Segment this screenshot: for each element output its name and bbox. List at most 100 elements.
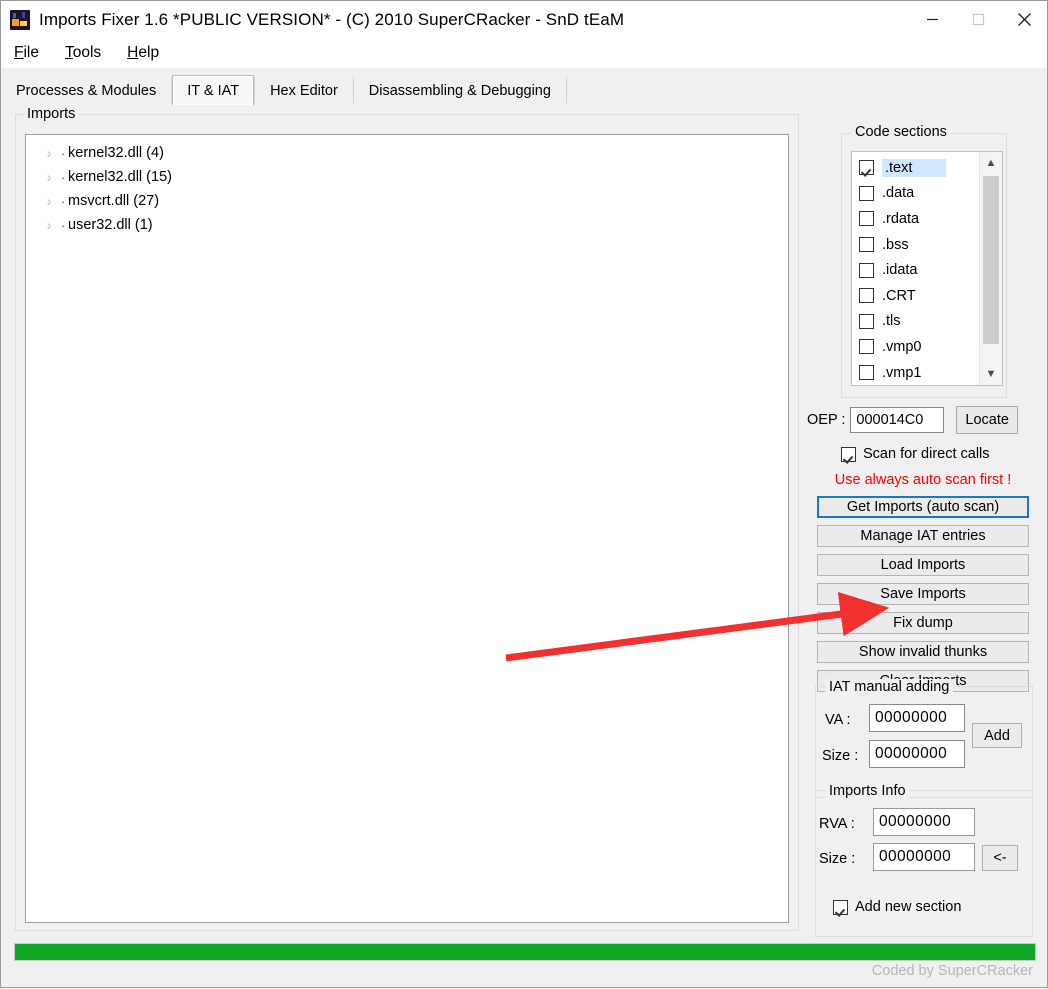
code-section-label: .rdata: [882, 210, 920, 227]
locate-button[interactable]: Locate: [956, 406, 1018, 434]
code-sections-legend: Code sections: [851, 124, 951, 140]
imports-info-legend: Imports Info: [825, 783, 910, 799]
checkbox-icon[interactable]: [859, 288, 874, 304]
code-section-label: .data: [882, 185, 915, 202]
code-sections-scrollbar[interactable]: ▲ ▼: [979, 152, 1002, 385]
chevron-right-icon[interactable]: ›: [40, 217, 58, 234]
right-panel: Code sections .text .data .rdata .bss .i…: [807, 114, 1039, 937]
iat-size-field[interactable]: 00000000: [869, 740, 965, 768]
chevron-down-icon[interactable]: ▼: [986, 363, 997, 385]
code-section-label: .vmp0: [882, 338, 922, 355]
menu-label: ools: [72, 44, 102, 61]
checkbox-icon[interactable]: [859, 365, 874, 381]
show-invalid-thunks-button[interactable]: Show invalid thunks: [817, 641, 1029, 663]
add-new-section-row[interactable]: Add new section: [833, 899, 961, 915]
tab-separator: [565, 77, 567, 103]
menu-label: elp: [138, 44, 160, 61]
code-section-label: .tls: [882, 313, 901, 330]
bullet-icon: ·: [60, 193, 66, 209]
checkbox-icon[interactable]: [859, 339, 874, 355]
code-section-label: .CRT: [882, 287, 916, 304]
list-item[interactable]: › · user32.dll (1): [26, 213, 788, 237]
code-section-row-crt[interactable]: .CRT: [852, 283, 979, 309]
tab-it-iat[interactable]: IT & IAT: [172, 75, 255, 106]
progress-bar-fill: [15, 944, 1035, 960]
info-size-field[interactable]: 00000000: [873, 843, 975, 871]
application-window: Imports Fixer 1.6 *PUBLIC VERSION* - (C)…: [0, 0, 1048, 988]
tab-hex-editor[interactable]: Hex Editor: [255, 75, 353, 106]
chevron-right-icon[interactable]: ›: [40, 169, 58, 186]
back-arrow-button[interactable]: <-: [982, 845, 1018, 871]
checkbox-icon[interactable]: [859, 262, 874, 278]
oep-label: OEP :: [807, 412, 846, 428]
va-field[interactable]: 00000000: [869, 704, 965, 732]
menu-item-file[interactable]: File: [1, 42, 52, 64]
scan-direct-calls-label: Scan for direct calls: [863, 446, 990, 462]
bullet-icon: ·: [60, 217, 66, 233]
tab-processes-modules[interactable]: Processes & Modules: [1, 75, 171, 106]
add-new-section-label: Add new section: [855, 899, 962, 915]
list-item[interactable]: › · msvcrt.dll (27): [26, 189, 788, 213]
oep-input[interactable]: [850, 407, 945, 433]
checkbox-icon[interactable]: [841, 446, 856, 462]
checkbox-icon[interactable]: [859, 185, 874, 201]
code-section-row-vmp1[interactable]: .vmp1: [852, 360, 979, 386]
code-section-row-vmp0[interactable]: .vmp0: [852, 334, 979, 360]
list-item-label: msvcrt.dll (27): [68, 193, 160, 209]
imports-legend: Imports: [23, 106, 80, 122]
va-label: VA :: [825, 712, 851, 728]
list-item-label: user32.dll (1): [68, 217, 153, 233]
list-item[interactable]: › · kernel32.dll (4): [26, 141, 788, 165]
load-imports-button[interactable]: Load Imports: [817, 554, 1029, 576]
code-section-row-idata[interactable]: .idata: [852, 257, 979, 283]
scan-direct-calls-row[interactable]: Scan for direct calls: [841, 446, 990, 462]
checkbox-icon[interactable]: [833, 899, 848, 915]
menu-item-help[interactable]: Help: [114, 42, 172, 64]
tab-disassembling-debugging[interactable]: Disassembling & Debugging: [354, 75, 566, 106]
checkbox-icon[interactable]: [859, 160, 874, 176]
window-controls: [909, 1, 1047, 38]
add-button[interactable]: Add: [972, 723, 1022, 748]
progress-bar: [14, 943, 1036, 961]
menu-bar: File Tools Help: [1, 38, 1047, 68]
oep-row: OEP : Locate: [807, 406, 1039, 434]
rva-label: RVA :: [819, 816, 855, 832]
code-sections-list[interactable]: .text .data .rdata .bss .idata .CRT .tls…: [851, 151, 1003, 386]
checkbox-icon[interactable]: [859, 237, 874, 253]
list-item[interactable]: › · kernel32.dll (15): [26, 165, 788, 189]
code-section-label: .text: [882, 158, 947, 177]
minimize-icon[interactable]: [909, 1, 955, 38]
menu-item-tools[interactable]: Tools: [52, 42, 114, 64]
checkbox-icon[interactable]: [859, 211, 874, 227]
code-section-row-data[interactable]: .data: [852, 181, 979, 207]
manage-iat-entries-button[interactable]: Manage IAT entries: [817, 525, 1029, 547]
code-section-row-text[interactable]: .text: [852, 155, 979, 181]
menu-accel: H: [127, 44, 139, 61]
info-size-label: Size :: [819, 851, 856, 867]
save-imports-button[interactable]: Save Imports: [817, 583, 1029, 605]
iat-manual-adding-legend: IAT manual adding: [825, 679, 954, 695]
chevron-up-icon[interactable]: ▲: [986, 152, 997, 174]
chevron-right-icon[interactable]: ›: [40, 193, 58, 210]
imports-tree[interactable]: › · kernel32.dll (4) › · kernel32.dll (1…: [25, 134, 789, 923]
status-bar-credit: Coded by SuperCRacker: [871, 963, 1033, 979]
maximize-icon[interactable]: [955, 1, 1001, 38]
scrollbar-thumb[interactable]: [983, 176, 999, 344]
chevron-right-icon[interactable]: ›: [40, 145, 58, 162]
close-icon[interactable]: [1001, 1, 1047, 38]
menu-accel: T: [64, 44, 73, 61]
code-section-label: .vmp1: [882, 364, 922, 381]
code-section-row-rdata[interactable]: .rdata: [852, 206, 979, 232]
code-section-label: .idata: [882, 262, 918, 279]
rva-field[interactable]: 00000000: [873, 808, 975, 836]
code-section-row-bss[interactable]: .bss: [852, 232, 979, 258]
warning-text: Use always auto scan first !: [834, 472, 1012, 488]
code-section-row-tls[interactable]: .tls: [852, 309, 979, 335]
iat-size-label: Size :: [822, 748, 859, 764]
fix-dump-button[interactable]: Fix dump: [817, 612, 1029, 634]
window-title: Imports Fixer 1.6 *PUBLIC VERSION* - (C)…: [39, 9, 625, 29]
app-icon: [10, 9, 30, 30]
checkbox-icon[interactable]: [859, 313, 874, 329]
get-imports-button[interactable]: Get Imports (auto scan): [817, 496, 1029, 518]
list-item-label: kernel32.dll (15): [68, 169, 172, 185]
